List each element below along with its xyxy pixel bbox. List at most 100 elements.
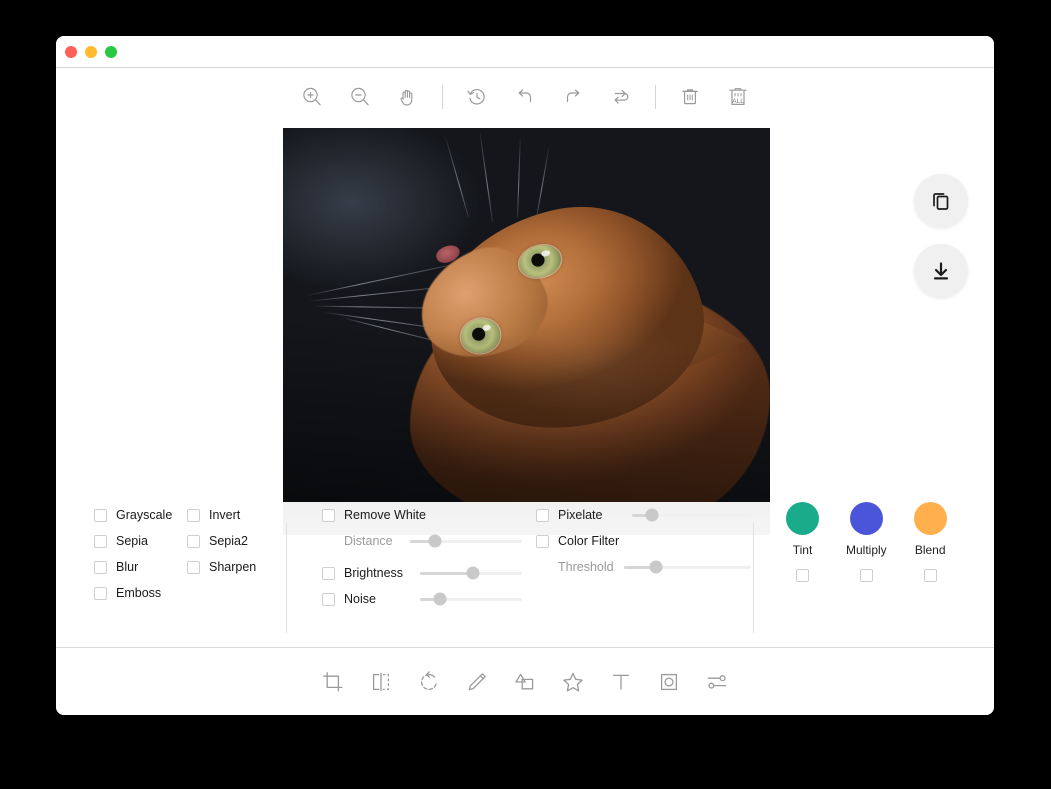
sepia2-checkbox[interactable] [187,534,200,548]
copy-icon [933,193,949,210]
panel-divider [286,523,287,633]
blur-label: Blur [116,560,139,574]
filter-sepia[interactable]: Sepia [94,528,187,554]
minimize-button[interactable] [85,46,97,58]
filter-grayscale[interactable]: Grayscale [94,502,187,528]
middle-filters-group: Remove White Distance Brightness Noise [322,502,522,612]
crop-icon [323,671,343,691]
remove-white-label: Remove White [344,508,426,522]
window-titlebar [56,36,994,68]
pixelate-checkbox[interactable] [536,508,549,522]
pixelate-label: Pixelate [558,508,603,522]
noise-slider[interactable] [420,592,522,606]
multiply-label: Multiply [846,543,887,557]
sharpen-label: Sharpen [209,560,257,574]
filter-sharpen[interactable]: Sharpen [187,554,280,580]
emboss-checkbox[interactable] [94,586,107,600]
filter-invert[interactable]: Invert [187,502,280,528]
distance-label: Distance [344,534,393,548]
filter-color-filter[interactable]: Color Filter [536,528,751,554]
mask-button[interactable] [645,660,693,704]
filter-emboss[interactable]: Emboss [94,580,187,606]
multiply-color-swatch[interactable] [849,502,883,535]
color-filter-checkbox[interactable] [536,534,549,548]
multiply-checkbox[interactable] [859,569,873,582]
right-filters-group: Pixelate Color Filter Threshold [536,502,751,580]
copy-button[interactable] [914,174,968,228]
draw-button[interactable] [453,660,501,704]
filter-button[interactable] [693,660,741,704]
history-button[interactable] [453,77,501,117]
brightness-slider[interactable] [420,566,522,580]
crop-button[interactable] [309,660,357,704]
download-button[interactable] [914,244,968,298]
grayscale-checkbox[interactable] [94,508,107,522]
brightness-checkbox[interactable] [322,566,335,580]
noise-label: Noise [344,592,376,606]
undo-button[interactable] [501,77,549,117]
hand-button[interactable] [384,77,432,117]
sepia-checkbox[interactable] [94,534,107,548]
threshold-label: Threshold [558,560,614,574]
blend-modes-group: Tint Multiply Blend [786,502,966,582]
noise-slider-knob[interactable] [433,592,447,606]
reset-icon [614,89,629,104]
pixelate-slider[interactable] [632,508,751,522]
maximize-button[interactable] [105,46,117,58]
emboss-label: Emboss [116,586,162,600]
blend-checkbox[interactable] [923,569,937,582]
pixelate-slider-knob[interactable] [645,508,659,522]
filter-sepia2[interactable]: Sepia2 [187,528,280,554]
brightness-slider-knob[interactable] [466,566,480,580]
tint-checkbox[interactable] [796,569,809,582]
download-icon [933,262,949,280]
grayscale-label: Grayscale [116,508,173,522]
eye-glint [541,249,552,258]
noise-checkbox[interactable] [322,592,335,606]
invert-label: Invert [209,508,241,522]
blur-checkbox[interactable] [94,560,107,574]
edited-image[interactable] [283,128,770,502]
icon-button[interactable] [549,660,597,704]
eye-glint [481,323,492,332]
threshold-slider[interactable] [624,560,751,574]
flip-button[interactable] [357,660,405,704]
top-toolbar: ALL [56,68,994,126]
delete-all-button[interactable]: ALL [714,77,762,117]
delete-all-label: ALL [732,98,744,105]
filter-panel: Grayscale Invert Sepia Sepia2 Blur Sharp… [56,502,994,633]
zoom-out-icon [351,87,369,106]
brightness-label: Brightness [344,566,404,580]
flip-icon [372,672,390,691]
distance-slider-knob[interactable] [428,534,442,548]
zoom-in-button[interactable] [288,77,336,117]
filter-remove-white[interactable]: Remove White [322,502,522,528]
brightness-row: Brightness [322,560,522,586]
history-icon [467,88,485,105]
invert-checkbox[interactable] [187,508,200,522]
delete-button[interactable] [666,77,714,117]
zoom-out-button[interactable] [336,77,384,117]
noise-row: Noise [322,586,522,612]
remove-white-checkbox[interactable] [322,508,335,522]
reset-button[interactable] [597,77,645,117]
blend-swatches: Tint Multiply Blend [786,502,966,582]
shape-button[interactable] [501,660,549,704]
filter-blur[interactable]: Blur [94,554,187,580]
blend-color-swatch[interactable] [913,502,947,535]
threshold-slider-knob[interactable] [649,560,663,574]
rotate-button[interactable] [405,660,453,704]
redo-button[interactable] [549,77,597,117]
undo-icon [518,89,532,103]
close-button[interactable] [65,46,77,58]
draw-icon [468,672,486,690]
brightness-slider-fill [420,571,474,575]
blend-label: Blend [914,543,946,557]
blend-item-blend: Blend [913,502,947,582]
text-button[interactable] [597,660,645,704]
sharpen-checkbox[interactable] [187,560,200,574]
threshold-slider-row: Threshold [536,554,751,580]
tint-color-swatch[interactable] [786,502,819,535]
distance-slider[interactable] [410,534,522,548]
